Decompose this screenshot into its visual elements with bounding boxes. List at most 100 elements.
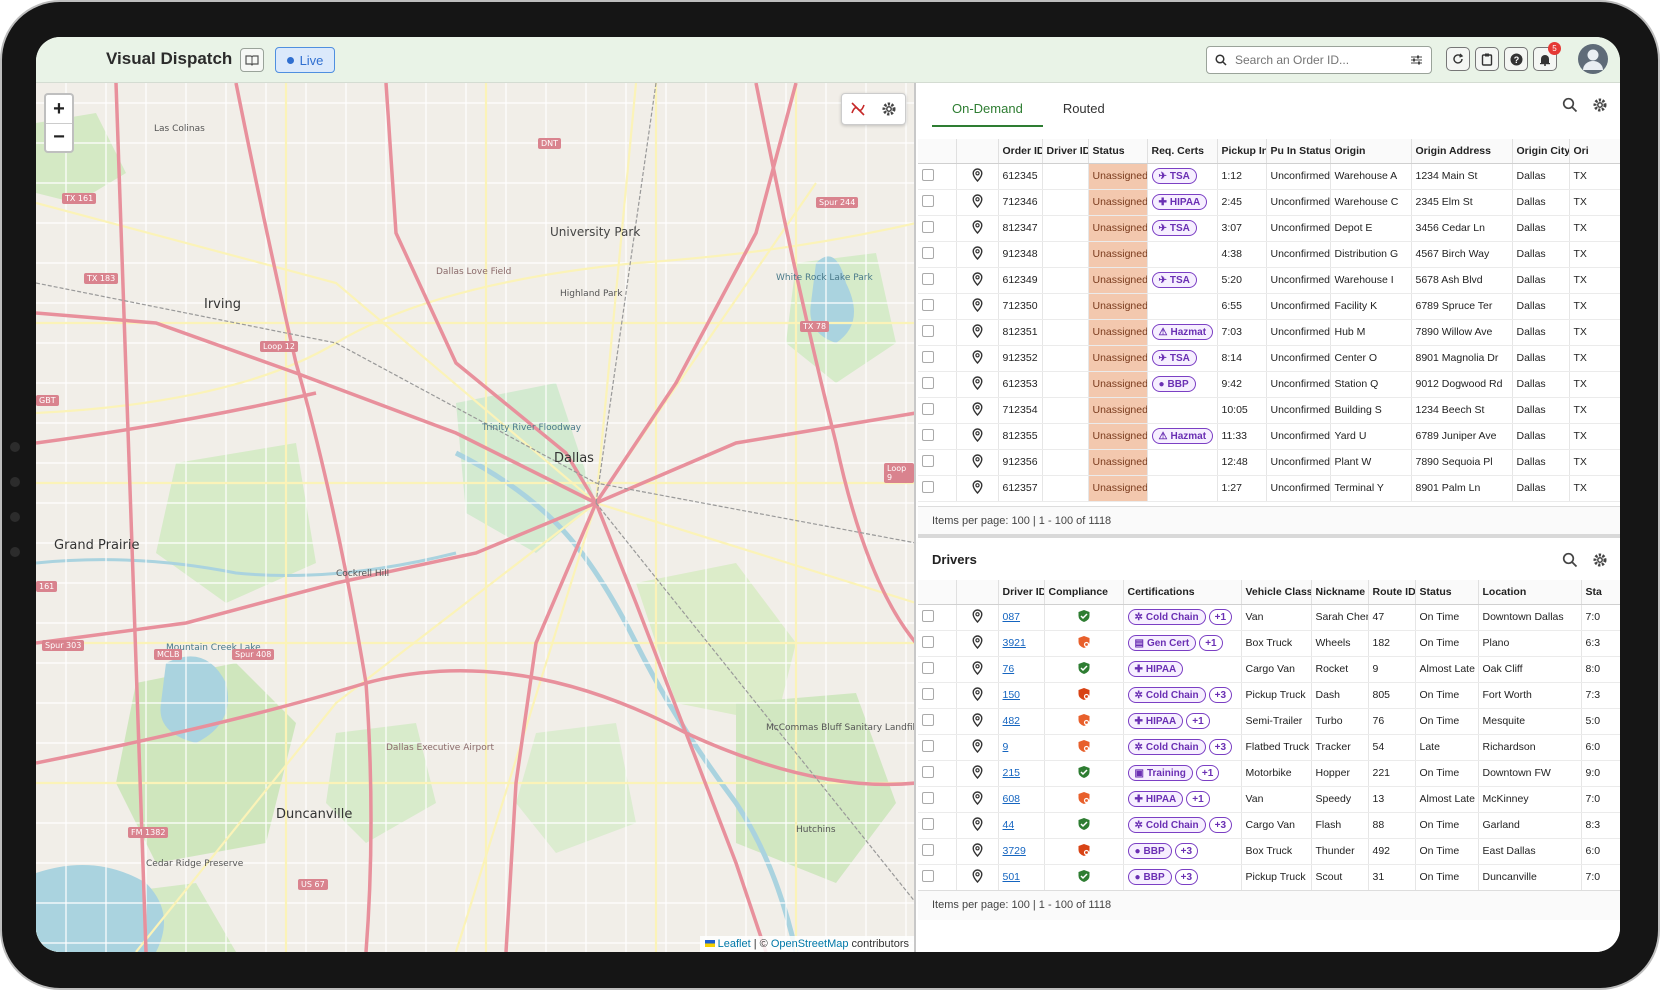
driver-row[interactable]: 76 ✚ HIPAA Cargo Van Rocket 9 Almost Late Oak C…: [918, 656, 1620, 683]
notifications-button[interactable]: 5: [1533, 42, 1561, 71]
row-checkbox[interactable]: [922, 168, 934, 181]
clipboard-button[interactable]: [1475, 47, 1499, 71]
order-row[interactable]: 612345 Unassigned ✈ TSA 1:12 Unconfirmed Wareh…: [918, 163, 1620, 190]
locate-on-map-cell[interactable]: [956, 215, 999, 242]
row-checkbox[interactable]: [922, 713, 934, 726]
locate-on-map-cell[interactable]: [956, 475, 999, 502]
locate-on-map-cell[interactable]: [956, 708, 999, 735]
row-checkbox[interactable]: [922, 428, 934, 441]
locate-on-map-cell[interactable]: [956, 241, 999, 268]
gear-icon[interactable]: [881, 101, 897, 117]
row-checkbox[interactable]: [922, 791, 934, 804]
help-button[interactable]: ?: [1504, 47, 1528, 71]
search-icon[interactable]: [1562, 97, 1578, 113]
cert-chip[interactable]: ✚ HIPAA: [1127, 713, 1184, 729]
column-header[interactable]: Origin City: [1512, 139, 1570, 164]
row-checkbox[interactable]: [922, 739, 934, 752]
driver-row[interactable]: 482 ✚ HIPAA +1 Semi-Trailer Turbo 76 On Time Mes…: [918, 708, 1620, 735]
search-icon[interactable]: [1562, 552, 1578, 568]
column-header[interactable]: Location: [1478, 580, 1582, 605]
more-certs-chip[interactable]: +3: [1174, 869, 1199, 885]
column-header[interactable]: Route ID: [1368, 580, 1416, 605]
tab-on-demand[interactable]: On-Demand: [932, 97, 1043, 127]
row-checkbox[interactable]: [922, 194, 934, 207]
cert-chip[interactable]: ⚠ Hazmat: [1151, 324, 1214, 340]
driver-row[interactable]: 087 ✲ Cold Chain +1 Van Sarah Chen 47 On Time Do…: [918, 604, 1620, 631]
locate-on-map-cell[interactable]: [956, 734, 999, 761]
column-header[interactable]: Pickup In: [1217, 139, 1267, 164]
driver-row[interactable]: 501 ● BBP +3 Pickup Truck Scout 31 On Time Dunca…: [918, 864, 1620, 890]
hide-routes-icon[interactable]: [850, 101, 866, 117]
locate-on-map-cell[interactable]: [956, 630, 999, 657]
driver-row[interactable]: 44 ✲ Cold Chain +3 Cargo Van Flash 88 On Time Ga…: [918, 812, 1620, 839]
guide-button[interactable]: [240, 48, 264, 72]
order-row[interactable]: 912348 Unassigned 4:38 Unconfirmed Distribut…: [918, 241, 1620, 268]
filter-sliders-icon[interactable]: [1410, 54, 1423, 66]
cert-chip[interactable]: ● BBP: [1127, 843, 1172, 859]
live-toggle-button[interactable]: Live: [275, 47, 335, 73]
zoom-in-button[interactable]: +: [46, 95, 72, 123]
column-header[interactable]: Driver ID: [1042, 139, 1089, 164]
more-certs-chip[interactable]: +1: [1195, 765, 1220, 781]
locate-on-map-cell[interactable]: [956, 345, 999, 372]
locate-on-map-cell[interactable]: [956, 163, 999, 190]
row-checkbox[interactable]: [922, 843, 934, 856]
order-row[interactable]: 812355 Unassigned ⚠ Hazmat 11:33 Unconfirmed Y…: [918, 423, 1620, 450]
cert-chip[interactable]: ✈ TSA: [1151, 350, 1197, 366]
more-certs-chip[interactable]: +1: [1186, 791, 1210, 807]
locate-on-map-cell[interactable]: [956, 682, 999, 709]
locate-on-map-cell[interactable]: [956, 371, 999, 398]
column-header[interactable]: Req. Certs: [1147, 139, 1218, 164]
gear-icon[interactable]: [1592, 552, 1608, 568]
column-header[interactable]: Compliance: [1044, 580, 1124, 605]
order-row[interactable]: 612357 Unassigned 1:27 Unconfirmed Terminal …: [918, 475, 1620, 502]
driver-row[interactable]: 3729 ● BBP +3 Box Truck Thunder 492 On Time East…: [918, 838, 1620, 865]
dispatch-map[interactable]: Dallas Irving Grand Prairie Duncanville …: [36, 83, 916, 952]
driver-row[interactable]: 150 ✲ Cold Chain +3 Pickup Truck Dash 805 On Ti…: [918, 682, 1620, 709]
osm-link[interactable]: OpenStreetMap: [771, 938, 849, 950]
driver-id-link[interactable]: 501: [1003, 871, 1021, 883]
tab-routed[interactable]: Routed: [1043, 97, 1125, 127]
locate-on-map-cell[interactable]: [956, 786, 999, 813]
cert-chip[interactable]: ✲ Cold Chain: [1127, 687, 1206, 703]
leaflet-link[interactable]: Leaflet: [718, 938, 751, 950]
cert-chip[interactable]: ⚠ Hazmat: [1151, 428, 1214, 444]
row-checkbox[interactable]: [922, 350, 934, 363]
cert-chip[interactable]: ✚ HIPAA: [1127, 791, 1184, 807]
locate-on-map-cell[interactable]: [956, 319, 999, 346]
locate-on-map-cell[interactable]: [956, 864, 999, 890]
order-row[interactable]: 912352 Unassigned ✈ TSA 8:14 Unconfirmed Cente…: [918, 345, 1620, 372]
more-certs-chip[interactable]: +1: [1208, 609, 1233, 625]
order-search-input[interactable]: [1235, 53, 1402, 67]
column-header[interactable]: Sta: [1581, 580, 1620, 605]
row-checkbox[interactable]: [922, 869, 934, 882]
more-certs-chip[interactable]: +3: [1208, 739, 1233, 755]
driver-id-link[interactable]: 608: [1003, 793, 1021, 805]
locate-on-map-cell[interactable]: [956, 604, 999, 631]
column-header[interactable]: Origin Address: [1411, 139, 1513, 164]
locate-on-map-cell[interactable]: [956, 656, 999, 683]
cert-chip[interactable]: ✚ HIPAA: [1151, 194, 1208, 210]
order-row[interactable]: 712354 Unassigned 10:05 Unconfirmed Building…: [918, 397, 1620, 424]
locate-on-map-cell[interactable]: [956, 189, 999, 216]
column-header[interactable]: Ori: [1569, 139, 1620, 164]
column-header[interactable]: Status: [1088, 139, 1148, 164]
column-header[interactable]: Origin: [1330, 139, 1412, 164]
more-certs-chip[interactable]: +3: [1208, 687, 1233, 703]
more-certs-chip[interactable]: +1: [1186, 713, 1210, 729]
order-row[interactable]: 712350 Unassigned 6:55 Unconfirmed Facility …: [918, 293, 1620, 320]
user-avatar[interactable]: [1578, 44, 1608, 74]
driver-id-link[interactable]: 087: [1003, 611, 1021, 623]
row-checkbox[interactable]: [922, 609, 934, 622]
column-header[interactable]: Driver ID: [998, 580, 1045, 605]
locate-on-map-cell[interactable]: [956, 397, 999, 424]
row-checkbox[interactable]: [922, 635, 934, 648]
gear-icon[interactable]: [1592, 97, 1608, 113]
locate-on-map-cell[interactable]: [956, 760, 999, 787]
order-row[interactable]: 612349 Unassigned ✈ TSA 5:20 Unconfirmed Wareh…: [918, 267, 1620, 294]
zoom-out-button[interactable]: −: [46, 123, 72, 151]
locate-on-map-cell[interactable]: [956, 423, 999, 450]
row-checkbox[interactable]: [922, 376, 934, 389]
more-certs-chip[interactable]: +3: [1208, 817, 1233, 833]
order-row[interactable]: 612353 Unassigned ● BBP 9:42 Unconfirmed Stati…: [918, 371, 1620, 398]
